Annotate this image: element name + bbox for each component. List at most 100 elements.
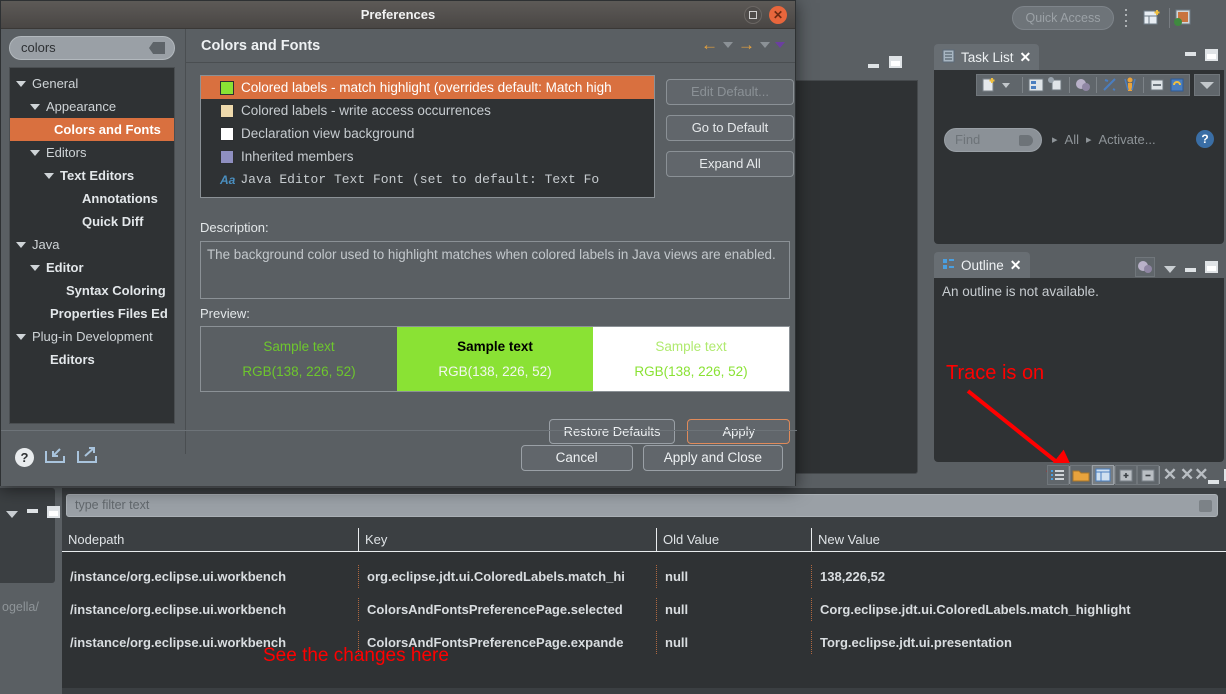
outline-close-icon[interactable]: ✕ xyxy=(1010,257,1022,274)
list-item[interactable]: Colored labels - match highlight (overri… xyxy=(201,76,654,99)
open-perspective-icon[interactable] xyxy=(1142,8,1164,28)
chevron-down-icon[interactable] xyxy=(16,241,26,248)
task-list-close-icon[interactable]: ✕ xyxy=(1020,49,1032,66)
quick-access-field[interactable]: Quick Access xyxy=(1012,6,1114,30)
tree-item-general[interactable]: General xyxy=(10,72,174,95)
help-icon[interactable]: ? xyxy=(1196,130,1214,148)
tree-item-java[interactable]: Java xyxy=(10,233,174,256)
go-to-default-button[interactable]: Go to Default xyxy=(666,115,794,141)
tree-item-syntax-coloring[interactable]: Syntax Coloring xyxy=(10,279,174,302)
my-tasks-icon[interactable] xyxy=(1121,76,1139,94)
remove-icon[interactable]: ✕ xyxy=(1160,465,1180,485)
breadcrumb-activate[interactable]: Activate... xyxy=(1099,132,1156,147)
preference-tree[interactable]: General Appearance Colors and Fonts Edit… xyxy=(9,67,175,424)
collapse-all-icon[interactable] xyxy=(1148,76,1166,94)
back-history-icon[interactable] xyxy=(723,41,733,48)
outline-window-controls[interactable] xyxy=(1135,257,1218,277)
task-list-window-controls[interactable] xyxy=(1185,49,1218,61)
view-menu-icon[interactable] xyxy=(6,511,18,518)
chevron-down-icon[interactable] xyxy=(30,149,40,156)
column-header-new-value[interactable]: New Value xyxy=(812,528,1222,551)
preference-search[interactable]: colors xyxy=(9,36,175,60)
left-strip-controls[interactable] xyxy=(6,506,60,518)
task-list-toolbar[interactable] xyxy=(976,74,1190,96)
cancel-button[interactable]: Cancel xyxy=(520,445,633,471)
find-input[interactable]: Find xyxy=(944,128,1042,152)
maximize-icon[interactable] xyxy=(1205,49,1218,61)
minimize-icon[interactable] xyxy=(868,64,879,68)
column-header-old-value[interactable]: Old Value xyxy=(657,528,812,551)
minimize-icon[interactable] xyxy=(27,509,38,513)
color-and-font-list[interactable]: Colored labels - match highlight (overri… xyxy=(200,75,655,198)
dialog-titlebar[interactable]: Preferences ✕ xyxy=(1,1,795,29)
dropdown-icon[interactable] xyxy=(1000,76,1018,94)
list-item[interactable]: Inherited members xyxy=(201,145,654,168)
tree-item-appearance[interactable]: Appearance xyxy=(10,95,174,118)
expand-all-icon[interactable] xyxy=(1115,465,1137,485)
remove-all-icon[interactable]: ✕✕ xyxy=(1180,465,1209,485)
back-arrow-icon[interactable]: ← xyxy=(701,36,718,53)
minimize-icon[interactable] xyxy=(1208,480,1219,484)
list-item[interactable]: Colored labels - write access occurrence… xyxy=(201,99,654,122)
tree-item-quick-diff[interactable]: Quick Diff xyxy=(10,210,174,233)
tree-item-editors[interactable]: Editors xyxy=(10,141,174,164)
maximize-icon[interactable] xyxy=(1205,261,1218,273)
filter-input[interactable]: type filter text xyxy=(66,494,1218,517)
footer-icon-group[interactable]: ? xyxy=(15,447,98,468)
apply-and-close-button[interactable]: Apply and Close xyxy=(642,445,783,471)
close-window-icon[interactable]: ✕ xyxy=(769,6,787,24)
chevron-down-icon[interactable] xyxy=(44,172,54,179)
restore-window-icon[interactable] xyxy=(744,6,762,24)
list-item[interactable]: Declaration view background xyxy=(201,122,654,145)
clear-icon[interactable] xyxy=(1019,135,1033,146)
outline-tab[interactable]: Outline ✕ xyxy=(934,252,1030,278)
chevron-down-icon[interactable] xyxy=(30,103,40,110)
column-header-key[interactable]: Key xyxy=(359,528,657,551)
preference-spy-toolbar[interactable]: ✕ ✕✕ xyxy=(1047,463,1226,487)
filter-completed-icon[interactable] xyxy=(1101,76,1119,94)
export-icon[interactable] xyxy=(76,447,98,468)
task-list-tab[interactable]: Task List ✕ xyxy=(934,44,1040,70)
tree-item-text-editors[interactable]: Text Editors xyxy=(10,164,174,187)
tree-item-properties-files-editor[interactable]: Properties Files Ed xyxy=(10,302,174,325)
scheduled-presentation-icon[interactable] xyxy=(1047,76,1065,94)
editor-window-controls[interactable] xyxy=(868,56,902,68)
toolbar-drag-handle[interactable] xyxy=(1124,9,1128,27)
tree-item-annotations[interactable]: Annotations xyxy=(10,187,174,210)
collapse-all-icon[interactable] xyxy=(1137,465,1159,485)
clear-icon[interactable] xyxy=(1199,500,1212,512)
open-folder-icon[interactable] xyxy=(1070,465,1092,485)
expand-all-button[interactable]: Expand All xyxy=(666,151,794,177)
chevron-down-icon[interactable] xyxy=(16,333,26,340)
focus-filter-icon[interactable] xyxy=(1135,257,1155,277)
chevron-down-icon[interactable] xyxy=(30,264,40,271)
view-menu-icon[interactable] xyxy=(1194,74,1220,96)
minimize-icon[interactable] xyxy=(1185,52,1196,56)
dialog-window-buttons[interactable]: ✕ xyxy=(744,6,787,24)
chevron-down-icon[interactable] xyxy=(16,80,26,87)
tree-item-colors-and-fonts[interactable]: Colors and Fonts xyxy=(10,118,174,141)
page-menu-icon[interactable] xyxy=(775,41,785,48)
help-icon[interactable]: ? xyxy=(15,448,34,467)
forward-arrow-icon[interactable]: → xyxy=(738,36,755,53)
import-icon[interactable] xyxy=(44,447,66,468)
table-row[interactable]: /instance/org.eclipse.ui.workbench org.e… xyxy=(62,565,1226,588)
table-row[interactable]: /instance/org.eclipse.ui.workbench Color… xyxy=(62,598,1226,621)
new-task-icon[interactable] xyxy=(980,76,998,94)
edit-default-button[interactable]: Edit Default... xyxy=(666,79,794,105)
breadcrumb-all[interactable]: All xyxy=(1065,132,1079,147)
synchronize-changed-icon[interactable] xyxy=(1168,76,1186,94)
categorized-presentation-icon[interactable] xyxy=(1027,76,1045,94)
tree-item-plugin-editors[interactable]: Editors xyxy=(10,348,174,371)
forward-history-icon[interactable] xyxy=(760,41,770,48)
minimize-icon[interactable] xyxy=(1185,268,1196,272)
tree-item-editor[interactable]: Editor xyxy=(10,256,174,279)
tree-item-plugin-development[interactable]: Plug-in Development xyxy=(10,325,174,348)
list-view-icon[interactable] xyxy=(1047,465,1069,485)
java-perspective-icon[interactable] xyxy=(1172,8,1194,28)
maximize-icon[interactable] xyxy=(47,506,60,518)
view-menu-icon[interactable] xyxy=(1164,266,1176,273)
page-navigation[interactable]: ← → xyxy=(701,36,785,53)
list-item[interactable]: Aa Java Editor Text Font (set to default… xyxy=(201,168,654,191)
focus-on-workweek-icon[interactable] xyxy=(1074,76,1092,94)
